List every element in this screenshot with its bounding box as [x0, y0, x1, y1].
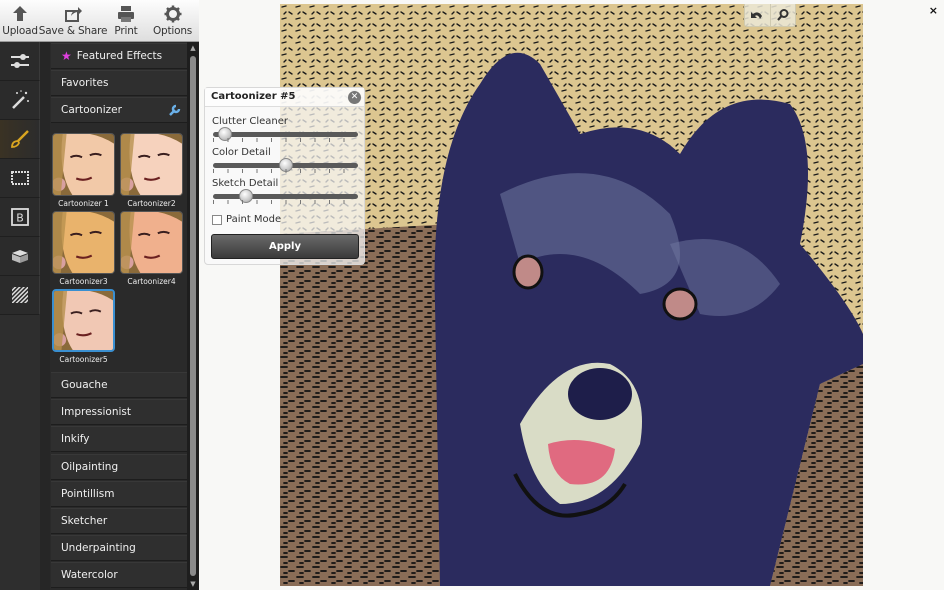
favorites-label: Favorites — [61, 77, 109, 89]
effect-category-label: Watercolor — [61, 569, 118, 582]
rail-paintbrush[interactable] — [0, 120, 40, 159]
effect-category-item[interactable]: Oilpainting — [51, 453, 188, 480]
rail-frames[interactable] — [0, 159, 40, 198]
overlay-box-icon — [11, 250, 28, 263]
scroll-thumb[interactable] — [190, 56, 196, 576]
upload-arrow-icon — [13, 6, 27, 21]
view-tools — [744, 4, 796, 27]
clutter-cleaner-slider[interactable] — [213, 127, 358, 141]
print-button[interactable]: Print — [106, 0, 146, 40]
paint-mode-checkbox[interactable] — [212, 214, 222, 225]
preset-label: Cartoonizer5 — [59, 355, 108, 364]
gear-icon — [164, 5, 181, 23]
dialog-close-icon[interactable]: ✕ — [348, 91, 361, 104]
effect-category-label: Oilpainting — [61, 460, 119, 473]
effect-category-item[interactable]: Watercolor — [51, 562, 188, 589]
sketch-detail-slider[interactable] — [213, 189, 358, 203]
tool-rail: B — [0, 42, 40, 590]
effect-category-label: Inkify — [61, 433, 90, 446]
effect-category-label: Gouache — [61, 379, 108, 391]
effect-category-item[interactable]: Sketcher — [51, 508, 188, 534]
sketch-detail-ticks — [213, 200, 358, 204]
printer-icon — [118, 6, 134, 22]
preset-thumbnail[interactable]: Cartoonizer 1 — [52, 133, 115, 211]
preset-preview-image — [52, 289, 115, 352]
options-button[interactable]: Options — [146, 0, 199, 40]
preset-label: Cartoonizer4 — [127, 277, 176, 286]
rail-magic-wand[interactable] — [0, 81, 40, 120]
preset-preview-image — [120, 133, 183, 196]
magnifier-icon — [776, 9, 789, 21]
edited-photo[interactable] — [280, 4, 863, 586]
save-share-label: Save & Share — [38, 25, 108, 37]
text-b-icon: B — [10, 208, 29, 226]
featured-effects-label: Featured Effects — [76, 50, 163, 62]
upload-label: Upload — [2, 25, 38, 37]
favorites-item[interactable]: Favorites — [51, 70, 188, 96]
cartoonized-dog-image — [280, 4, 863, 586]
adjustments-sliders-icon — [10, 54, 29, 68]
undo-icon — [751, 12, 763, 19]
scroll-down-arrow[interactable]: ▼ — [189, 580, 197, 588]
dialog-title: Cartoonizer #5 — [205, 88, 364, 107]
svg-text:B: B — [16, 212, 24, 225]
clutter-cleaner-ticks — [213, 138, 358, 142]
cartoonizer-label: Cartoonizer — [61, 104, 122, 116]
clutter-cleaner-label: Clutter Cleaner — [212, 116, 289, 127]
main-toolbar: Upload Save & Share Print Options — [0, 0, 199, 42]
effect-category-item[interactable]: Inkify — [51, 426, 188, 453]
preset-preview-image — [52, 133, 115, 196]
wrench-icon[interactable] — [168, 103, 182, 117]
save-share-button[interactable]: Save & Share — [38, 0, 108, 40]
effect-category-label: Sketcher — [61, 515, 108, 527]
scroll-up-arrow[interactable]: ▲ — [189, 44, 197, 52]
rail-textures[interactable] — [0, 276, 40, 315]
effects-panel: ★ Featured Effects Favorites Cartoonizer… — [40, 42, 199, 590]
magic-wand-icon — [11, 90, 29, 109]
effect-category-item[interactable]: Gouache — [51, 372, 188, 398]
effect-settings-dialog: Cartoonizer #5 ✕ Clutter Cleaner Color D… — [204, 87, 365, 265]
effect-category-label: Underpainting — [61, 542, 136, 555]
paint-mode-toggle[interactable]: Paint Mode — [212, 214, 281, 225]
print-label: Print — [114, 25, 138, 37]
options-label: Options — [152, 25, 193, 37]
close-button[interactable]: × — [929, 4, 938, 17]
color-detail-ticks — [213, 169, 358, 173]
share-icon — [65, 7, 82, 22]
zoom-button[interactable] — [771, 4, 796, 26]
preset-label: Cartoonizer 1 — [58, 199, 109, 208]
effect-category-label: Impressionist — [61, 406, 131, 419]
preset-thumbnail[interactable]: Cartoonizer3 — [52, 211, 115, 289]
preset-preview-image — [52, 211, 115, 274]
preset-label: Cartoonizer2 — [127, 199, 176, 208]
star-icon: ★ — [61, 49, 72, 63]
rail-adjustments[interactable] — [0, 42, 40, 81]
sketch-detail-label: Sketch Detail — [212, 178, 279, 189]
color-detail-label: Color Detail — [212, 147, 271, 158]
featured-effects-item[interactable]: ★ Featured Effects — [51, 43, 188, 69]
effects-scrollbar[interactable]: ▲ ▼ — [187, 42, 199, 590]
apply-button[interactable]: Apply — [211, 234, 359, 259]
upload-button[interactable]: Upload — [0, 0, 40, 40]
preset-thumbnail[interactable]: Cartoonizer5 — [52, 289, 115, 367]
paint-mode-label: Paint Mode — [226, 214, 282, 225]
effect-category-item[interactable]: Impressionist — [51, 399, 188, 426]
effect-category-label: Pointillism — [61, 487, 115, 500]
paintbrush-icon — [10, 130, 29, 148]
texture-stripes-icon — [11, 287, 28, 303]
effect-category-item[interactable]: Pointillism — [51, 480, 188, 507]
frame-icon — [10, 171, 29, 185]
preset-preview-image — [120, 211, 183, 274]
preset-thumbnail[interactable]: Cartoonizer2 — [120, 133, 183, 211]
cartoonizer-category-item[interactable]: Cartoonizer — [51, 97, 188, 123]
preset-thumbnail[interactable]: Cartoonizer4 — [120, 211, 183, 289]
rail-text[interactable]: B — [0, 198, 40, 237]
effect-category-item[interactable]: Underpainting — [51, 535, 188, 562]
color-detail-slider[interactable] — [213, 158, 358, 172]
rail-overlays[interactable] — [0, 237, 40, 276]
undo-button[interactable] — [745, 4, 771, 26]
preset-label: Cartoonizer3 — [59, 277, 108, 286]
